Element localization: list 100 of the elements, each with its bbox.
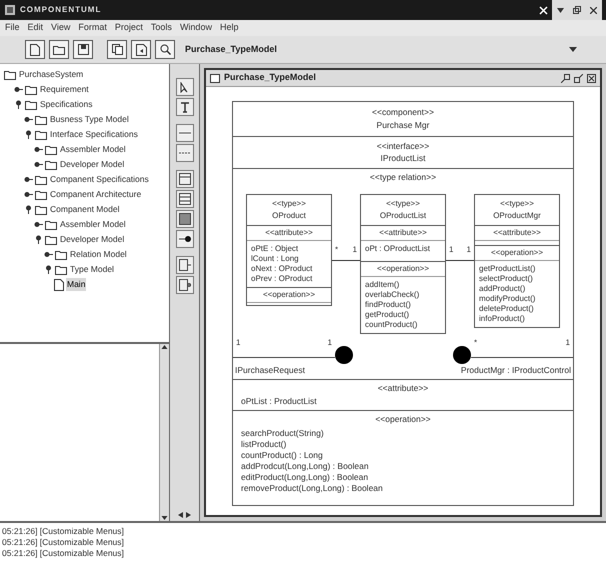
save-icon[interactable] xyxy=(73,40,93,59)
collapsed-handle-icon[interactable] xyxy=(44,250,53,259)
collapsed-handle-icon[interactable] xyxy=(24,190,33,199)
scroll-right-icon[interactable] xyxy=(185,511,192,519)
multiplicity-label: * xyxy=(474,337,478,350)
tree-item[interactable]: Companent Model xyxy=(49,203,120,216)
port-box-icon[interactable] xyxy=(176,276,194,294)
folder-icon xyxy=(35,174,47,184)
log-line: 05:21:26] [Customizable Menus] xyxy=(2,526,125,537)
vertical-scrollbar[interactable] xyxy=(159,344,169,521)
menu-item[interactable]: Project xyxy=(114,21,143,35)
association-line xyxy=(332,260,360,261)
tree-item[interactable]: Main xyxy=(66,278,86,291)
menu-caret-icon[interactable] xyxy=(556,8,564,12)
member-text: modifyProduct() xyxy=(479,294,536,304)
menu-item[interactable]: File xyxy=(5,21,20,35)
tree-item[interactable]: Type Model xyxy=(69,263,115,276)
search-icon[interactable] xyxy=(155,40,175,59)
collapsed-handle-icon[interactable] xyxy=(14,85,23,94)
diagram-title: Purchase_TypeModel xyxy=(224,71,316,84)
scroll-left-icon[interactable] xyxy=(177,511,184,519)
multiplicity-label: 1 xyxy=(328,337,332,350)
multiplicity-label: 1 xyxy=(566,337,570,350)
member-text: findProduct() xyxy=(365,300,412,310)
member-text: getProduct() xyxy=(365,310,410,320)
collapsed-handle-icon[interactable] xyxy=(24,175,33,184)
menu-item[interactable]: Help xyxy=(220,21,238,35)
folder-icon[interactable] xyxy=(49,40,69,59)
restore-icon[interactable] xyxy=(572,6,581,14)
tree-item[interactable]: Developer Model xyxy=(59,158,126,171)
copy-icon[interactable] xyxy=(107,40,127,59)
member-text: oPtList : ProductList xyxy=(241,396,318,408)
member-text: oPt : OProductList xyxy=(365,244,431,254)
folder-icon xyxy=(45,160,57,170)
class-box-icon[interactable] xyxy=(176,170,194,188)
folder-icon xyxy=(25,100,37,110)
tree-item[interactable]: Companent Specifications xyxy=(49,173,150,186)
menu-item[interactable]: Edit xyxy=(28,21,44,35)
expanded-handle-icon[interactable] xyxy=(44,265,53,274)
dropdown-caret-icon[interactable] xyxy=(569,47,577,52)
new-file-icon[interactable] xyxy=(25,40,45,59)
section-label: <<operation>> xyxy=(376,262,430,275)
folder-icon xyxy=(45,144,57,154)
member-text: selectProduct() xyxy=(479,274,534,284)
expanded-handle-icon[interactable] xyxy=(34,235,43,244)
menu-item[interactable]: Tools xyxy=(150,21,172,35)
expanded-handle-icon[interactable] xyxy=(24,130,33,139)
type-name: OProduct xyxy=(272,210,306,222)
line-tool-icon[interactable] xyxy=(176,124,194,142)
expanded-handle-icon[interactable] xyxy=(14,100,23,109)
collapsed-handle-icon[interactable] xyxy=(34,160,43,169)
component-name: Purchase Mgr xyxy=(376,118,430,132)
class-box-icon[interactable] xyxy=(176,190,194,208)
tree-item[interactable]: Developer Model xyxy=(59,233,126,246)
member-text: overlabCheck() xyxy=(365,290,420,300)
collapsed-handle-icon[interactable] xyxy=(24,115,33,124)
lollipop-icon[interactable] xyxy=(176,230,194,248)
menu-item[interactable]: Format xyxy=(78,21,107,35)
collapsed-handle-icon[interactable] xyxy=(34,145,43,154)
section-label: <<attribute>> xyxy=(379,226,427,239)
close-icon[interactable] xyxy=(587,74,596,82)
tree-item[interactable]: Busness Type Model xyxy=(49,113,130,126)
port-label: ProductMgr : IProductControl xyxy=(460,364,572,376)
pointer-icon[interactable] xyxy=(176,78,194,96)
section-label: <<operation>> xyxy=(375,413,431,426)
stereotype-label: <<type>> xyxy=(500,198,534,210)
section-label: <<attribute>> xyxy=(378,382,428,394)
section-label: <<type relation>> xyxy=(370,171,436,184)
port-box-icon[interactable] xyxy=(176,256,194,274)
tree-item[interactable]: Assembler Model xyxy=(59,143,127,156)
section-label: <<operation>> xyxy=(490,246,544,259)
tree-item[interactable]: Requirement xyxy=(39,83,90,96)
filled-box-icon[interactable] xyxy=(176,210,194,228)
tree-item[interactable]: Relation Model xyxy=(69,248,128,261)
export-icon[interactable] xyxy=(131,40,151,59)
multiplicity-label: 1 xyxy=(352,244,357,256)
close-icon[interactable] xyxy=(590,6,598,14)
member-text: addItem() xyxy=(365,280,400,290)
menu-item[interactable]: Window xyxy=(180,21,212,35)
document-icon xyxy=(54,278,64,290)
folder-icon xyxy=(35,114,47,124)
minimize-icon[interactable] xyxy=(561,74,570,82)
tree-item[interactable]: Assembler Model xyxy=(59,218,127,231)
tree-item[interactable]: Companent Architecture xyxy=(49,188,142,201)
folder-icon xyxy=(45,220,57,230)
type-name: OProductList xyxy=(380,210,426,222)
interface-name: IProductList xyxy=(380,152,426,165)
tree-item[interactable]: Specifications xyxy=(39,98,94,111)
maximize-icon[interactable] xyxy=(574,74,583,82)
member-text: searchProduct(String) xyxy=(241,428,325,439)
expanded-handle-icon[interactable] xyxy=(24,205,33,214)
tree-item[interactable]: Interface Specifications xyxy=(49,128,139,141)
port-label: IPurchaseRequest xyxy=(234,364,306,376)
tree-item[interactable]: PurchaseSystem xyxy=(18,68,84,81)
window-icon xyxy=(210,74,220,82)
text-tool-icon[interactable] xyxy=(176,98,194,116)
member-text: countProduct() : Long xyxy=(241,450,324,461)
menu-item[interactable]: View xyxy=(51,21,70,35)
folder-icon xyxy=(4,70,16,80)
collapsed-handle-icon[interactable] xyxy=(34,220,43,229)
